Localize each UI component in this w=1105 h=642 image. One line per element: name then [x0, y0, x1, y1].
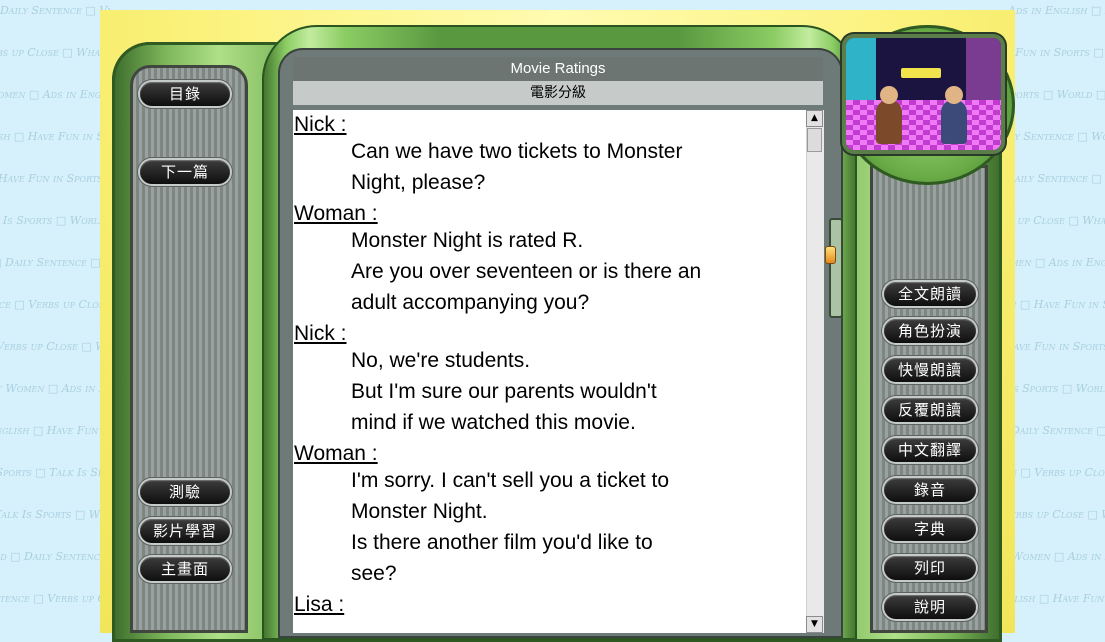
thumbnail-wall-right: [966, 38, 1001, 108]
left-grille-panel: [130, 65, 248, 633]
dialog-speaker: Woman :: [294, 202, 378, 225]
background-phrase: World □ Daily Sentence □ World: [0, 550, 110, 563]
background-phrase: What Women □ Ads in English □ What Women: [0, 88, 110, 101]
background-phrase: What Women □ Ads in English □ What Women: [1008, 256, 1105, 269]
dialog-line: Are you over seventeen or is there an: [351, 260, 702, 283]
background-phrase: Have Fun in Sports □ Talk Is Sports □ Ha…: [0, 466, 110, 479]
dialog-line: adult accompanying you?: [351, 291, 590, 314]
dialog-line: see?: [351, 562, 397, 585]
background-phrase: Daily Sentence □ Verbs up Close □ Daily …: [1008, 466, 1105, 479]
dialog-speaker: Lisa :: [294, 593, 345, 616]
dialog-line: Monster Night.: [351, 500, 488, 523]
dialog-line: No, we're students.: [351, 349, 531, 372]
video-thumbnail[interactable]: [846, 38, 1001, 150]
volume-slider-track[interactable]: [829, 218, 843, 318]
contents-button[interactable]: 目錄: [140, 82, 230, 106]
thumbnail-sign: [901, 68, 941, 78]
background-phrase: Have Fun in Sports □ Talk Is Sports □ Ha…: [0, 172, 110, 185]
background-phrase: What Women □ Ads in English □ What Women: [0, 382, 110, 395]
dialog-line: Can we have two tickets to Monster: [351, 140, 683, 163]
scrollbar-track[interactable]: [806, 110, 824, 633]
background-phrase: Talk Is Sports □ World □ Talk Is Sports: [0, 508, 110, 521]
role-play-button[interactable]: 角色扮演: [884, 319, 976, 343]
quiz-button[interactable]: 測驗: [140, 480, 230, 504]
dialog-line: Monster Night is rated R.: [351, 229, 584, 252]
translate-button[interactable]: 中文翻譯: [884, 438, 976, 462]
speed-read-button[interactable]: 快慢朗讀: [884, 358, 976, 382]
record-button[interactable]: 錄音: [884, 478, 976, 502]
background-phrase: Verbs up Close □ What Women □ Verbs up C…: [0, 46, 110, 59]
dictionary-button[interactable]: 字典: [884, 517, 976, 541]
background-pattern-right: Ads in English □ Have Fun in Sports □ Ad…: [1008, 0, 1105, 633]
page-subtitle: 電影分級: [293, 81, 823, 105]
next-lesson-button[interactable]: 下一篇: [140, 160, 230, 184]
background-phrase: Daily Sentence □ Verbs up Close □ Daily …: [0, 298, 110, 311]
background-phrase: Ads in English □ Have Fun in Sports □ Ad…: [1008, 298, 1105, 311]
thumbnail-floor: [846, 100, 1001, 150]
dialog-line: But I'm sure our parents wouldn't: [351, 380, 657, 403]
dialog-line: Night, please?: [351, 171, 486, 194]
print-button[interactable]: 列印: [884, 556, 976, 580]
page-title: Movie Ratings: [293, 57, 823, 81]
dialog-speaker: Woman :: [294, 442, 378, 465]
thumbnail-character-left: [876, 86, 902, 144]
scroll-up-arrow-icon[interactable]: ▲: [806, 110, 823, 127]
background-phrase: Have Fun in Sports □ Talk Is Sports □ Ha…: [1008, 340, 1105, 353]
background-phrase: Ads in English □ Have Fun in Sports □ Ad…: [0, 424, 110, 437]
background-phrase: Talk Is Sports □ World □ Talk Is Sports: [1008, 88, 1105, 101]
background-phrase: Verbs up Close □ What Women □ Verbs up C…: [0, 340, 110, 353]
background-phrase: Verbs up Close □ What Women □ Verbs up C…: [1008, 508, 1105, 521]
background-phrase: Verbs up Close □ What Women □ Verbs up C…: [1008, 214, 1105, 227]
background-phrase: Talk Is Sports □ World □ Talk Is Sports: [0, 214, 110, 227]
dialog-speaker: Nick :: [294, 322, 347, 345]
background-phrase: What Women □ Ads in English □ What Women: [1008, 550, 1105, 563]
main-menu-button[interactable]: 主畫面: [140, 557, 230, 581]
background-phrase: Have Fun in Sports □ Talk Is Sports □ Ha…: [1008, 46, 1105, 59]
background-phrase: Daily Sentence □ Verbs up Close □ Daily …: [1008, 172, 1105, 185]
background-phrase: Ads in English □ Have Fun in Sports □ Ad…: [1008, 4, 1105, 17]
dialog-line: I'm sorry. I can't sell you a ticket to: [351, 469, 670, 492]
background-phrase: Talk Is Sports □ World □ Talk Is Sports: [1008, 382, 1105, 395]
volume-slider-knob[interactable]: [825, 246, 836, 264]
thumbnail-character-right: [941, 86, 967, 144]
dialog-speaker: Nick :: [294, 113, 347, 136]
dialog-line: Is there another film you'd like to: [351, 531, 653, 554]
read-all-button[interactable]: 全文朗讀: [884, 282, 976, 306]
background-phrase: Daily Sentence □ Verbs up Close □ Daily …: [0, 4, 110, 17]
repeat-read-button[interactable]: 反覆朗讀: [884, 398, 976, 422]
background-phrase: Ads in English □ Have Fun in Sports □ Ad…: [0, 130, 110, 143]
background-phrase: World □ Daily Sentence □ World: [0, 256, 110, 269]
background-phrase: World □ Daily Sentence □ World: [1008, 130, 1105, 143]
background-phrase: Ads in English □ Have Fun in Sports □ Ad…: [1008, 592, 1105, 605]
scroll-down-arrow-icon[interactable]: ▼: [806, 616, 823, 633]
background-pattern-left: Daily Sentence □ Verbs up Close □ Daily …: [0, 0, 110, 633]
video-study-button[interactable]: 影片學習: [140, 519, 230, 543]
dialog-text-area[interactable]: Nick : Can we have two tickets to Monster…: [293, 110, 806, 633]
help-button[interactable]: 說明: [884, 595, 976, 619]
background-phrase: World □ Daily Sentence □ World: [1008, 424, 1105, 437]
background-phrase: Daily Sentence □ Verbs up Close □ Daily …: [0, 592, 110, 605]
scrollbar-thumb[interactable]: [807, 128, 822, 152]
dialog-line: mind if we watched this movie.: [351, 411, 636, 434]
thumbnail-wall-left: [846, 38, 876, 108]
